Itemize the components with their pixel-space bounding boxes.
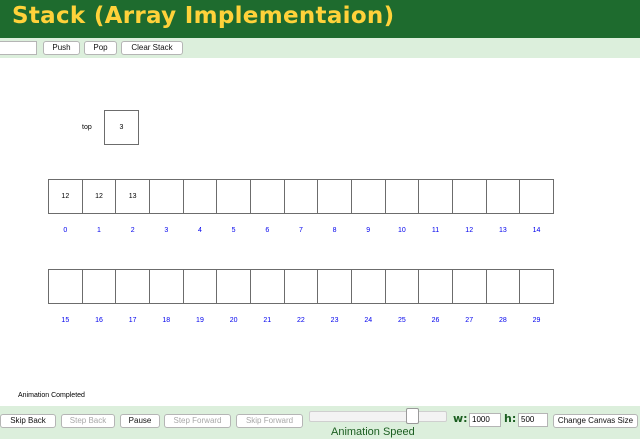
- slider-thumb[interactable]: [406, 408, 419, 424]
- push-button[interactable]: Push: [43, 41, 80, 55]
- step-forward-button[interactable]: Step Forward: [164, 414, 231, 428]
- array-cell: [350, 269, 386, 304]
- array-index: 20: [229, 317, 238, 324]
- array-index: 6: [265, 227, 270, 234]
- array-index: 4: [198, 227, 202, 234]
- array-cell: [485, 179, 521, 214]
- array-cell: [519, 269, 554, 304]
- array-index: 11: [431, 227, 440, 234]
- value-input[interactable]: [0, 41, 37, 55]
- array-index: 14: [532, 227, 541, 234]
- array-cell: [216, 179, 251, 214]
- array-row-1: 12 12 13: [48, 179, 554, 214]
- array-cell: [519, 179, 554, 214]
- array-cell: [81, 269, 117, 304]
- array-index: 25: [397, 317, 406, 324]
- array-cell: [182, 179, 218, 214]
- array-cell: [115, 269, 150, 304]
- array-cell: [249, 179, 285, 214]
- index-row-1: 0 1 2 3 4 5 6 7 8 9 10 11 12 13 14: [48, 227, 554, 234]
- top-value-box: 3: [104, 110, 139, 145]
- array-cell: [216, 269, 251, 304]
- array-index: 1: [97, 227, 101, 234]
- pause-button[interactable]: Pause: [120, 414, 160, 428]
- array-cell: [148, 179, 184, 214]
- array-index: 24: [364, 317, 373, 324]
- toolbar: Push Pop Clear Stack: [0, 38, 640, 58]
- array-index: 3: [164, 227, 169, 234]
- array-cell: 12: [48, 179, 83, 214]
- array-index: 29: [532, 317, 541, 324]
- array-index: 21: [263, 317, 272, 324]
- array-cell: 13: [115, 179, 150, 214]
- array-cell: [418, 179, 453, 214]
- array-index: 22: [297, 317, 305, 324]
- array-cell: 12: [81, 179, 117, 214]
- top-value: 3: [119, 124, 124, 131]
- array-cell: [283, 179, 319, 214]
- array-cell: [48, 269, 83, 304]
- skip-back-button[interactable]: Skip Back: [0, 414, 56, 428]
- array-cell: [283, 269, 319, 304]
- array-index: 15: [61, 317, 70, 324]
- array-cell: [317, 269, 352, 304]
- array-index: 26: [431, 317, 440, 324]
- array-index: 8: [332, 227, 337, 234]
- array-index: 18: [162, 317, 171, 324]
- top-label: top: [82, 124, 92, 131]
- array-index: 9: [366, 227, 371, 234]
- array-index: 28: [498, 317, 507, 324]
- canvas-width-input[interactable]: 1000: [469, 413, 501, 427]
- array-cell: [182, 269, 218, 304]
- animation-speed-slider[interactable]: [309, 411, 447, 422]
- array-index: 7: [298, 227, 303, 234]
- index-row-2: 15 16 17 18 19 20 21 22 23 24 25 26 27 2…: [48, 317, 554, 324]
- array-cell: [451, 179, 487, 214]
- array-cell: [485, 269, 521, 304]
- animation-speed-label: Animation Speed: [331, 426, 415, 438]
- array-index: 0: [63, 227, 68, 234]
- array-index: 13: [498, 227, 507, 234]
- width-label: w:: [453, 412, 468, 425]
- array-cell: [148, 269, 184, 304]
- array-cell: [384, 269, 420, 304]
- step-back-button[interactable]: Step Back: [61, 414, 115, 428]
- array-cell: [418, 269, 453, 304]
- clear-stack-button[interactable]: Clear Stack: [121, 41, 183, 55]
- array-index: 23: [330, 317, 339, 324]
- array-index: 16: [95, 317, 103, 324]
- array-index: 2: [130, 227, 135, 234]
- array-index: 5: [231, 227, 236, 234]
- height-label: h:: [504, 412, 517, 425]
- array-index: 12: [465, 227, 474, 234]
- array-cell: [451, 269, 487, 304]
- canvas-height-input[interactable]: 500: [518, 413, 548, 427]
- page-title: Stack (Array Implementaion): [12, 3, 395, 29]
- array-index: 27: [465, 317, 474, 324]
- array-cell: [317, 179, 352, 214]
- pop-button[interactable]: Pop: [84, 41, 117, 55]
- header-bar: Stack (Array Implementaion): [0, 0, 640, 38]
- array-cell: [350, 179, 386, 214]
- status-message: Animation Completed: [18, 392, 85, 399]
- array-row-2: [48, 269, 554, 304]
- skip-forward-button[interactable]: Skip Forward: [236, 414, 303, 428]
- array-index: 17: [128, 317, 137, 324]
- change-canvas-size-button[interactable]: Change Canvas Size: [553, 414, 638, 428]
- array-index: 19: [196, 317, 204, 324]
- array-cell: [384, 179, 420, 214]
- array-index: 10: [397, 227, 406, 234]
- array-cell: [249, 269, 285, 304]
